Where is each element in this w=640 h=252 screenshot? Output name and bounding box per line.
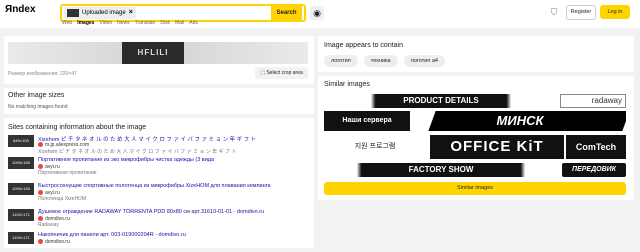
site-desc: Полотенца XizeHOM (38, 196, 87, 202)
site-thumb[interactable]: 1000×150 (8, 157, 34, 169)
yandex-logo[interactable]: Яndex (5, 4, 36, 15)
tab-web[interactable]: Web (62, 20, 72, 26)
favicon-icon (38, 190, 43, 196)
site-thumb[interactable]: 1100×171 (8, 232, 34, 244)
similar-image[interactable]: 지원 프로그램 (324, 135, 426, 159)
similar-image[interactable]: PRODUCT DETAILS (324, 94, 558, 108)
crop-label: Select crop area (266, 70, 303, 76)
header-bar: Яndex Uploaded image × Search ◉ Web Imag… (0, 0, 640, 28)
search-button[interactable]: Search (271, 4, 302, 22)
site-title[interactable]: Накопничик для панели арт. 003-019000204… (38, 232, 186, 238)
similar-title: Similar images (324, 81, 370, 88)
tag-pill[interactable]: логотип а4 (403, 55, 445, 67)
site-desc: Xizehom ピ チ タ ネ オ ル の た め 大 人 マ イ ク ロ フ … (38, 149, 237, 155)
similar-image[interactable]: Наши сервера (324, 111, 410, 131)
tab-translate[interactable]: Translate (135, 20, 156, 26)
query-image[interactable]: HFLILI (122, 42, 184, 64)
favicon-icon (38, 216, 43, 222)
site-title[interactable]: Быстросохнущие спортивные полотенца из м… (38, 183, 271, 189)
tag-pill[interactable]: техника (363, 55, 398, 67)
list-item[interactable]: 1100×171 Душевое ограждение RADAWAY TORR… (8, 209, 308, 229)
similar-image[interactable]: OFFICE KiT (430, 135, 564, 159)
site-desc: Radaway (38, 222, 59, 228)
similar-image[interactable]: ПЕРЕДОВИК (562, 163, 626, 177)
tab-video[interactable]: Video (99, 20, 112, 26)
tab-mail[interactable]: Mail (175, 20, 184, 26)
tag-pill[interactable]: логотип (324, 55, 358, 67)
tag-list: логотип техника логотип а4 (324, 55, 445, 67)
site-thumb[interactable]: 640×100 (8, 135, 34, 147)
site-thumb[interactable]: 1000×150 (8, 183, 34, 195)
nav-tabs: Web Images Video News Translate Disk Mai… (62, 20, 198, 26)
list-item[interactable]: 1000×150 Быстросохнущие спортивные полот… (8, 183, 308, 203)
site-title[interactable]: Душевое ограждение RADAWAY TORRENTA PDD … (38, 209, 264, 215)
image-size-label: Размер изображения: 220×47 (8, 71, 77, 77)
login-button[interactable]: Log in (600, 5, 630, 19)
similar-image[interactable]: МИНСК (414, 111, 626, 131)
camera-icon[interactable]: ◉ (310, 6, 324, 20)
similar-image[interactable]: radaway (560, 94, 626, 108)
favicon-icon (38, 164, 43, 170)
similar-image[interactable]: FACTORY SHOW (324, 163, 558, 177)
list-item[interactable]: 1000×150 Портативное пропитание из эко м… (8, 157, 308, 177)
crop-button[interactable]: ⬚ Select crop area (255, 67, 308, 79)
other-sizes-empty: No matching images found (8, 104, 68, 110)
close-icon[interactable]: × (129, 7, 133, 19)
appears-title: Image appears to contain (324, 42, 403, 49)
sites-title: Sites containing information about the i… (8, 124, 147, 131)
uploaded-image-chip[interactable]: Uploaded image × (64, 7, 136, 19)
list-item[interactable]: 1100×171 Накопничик для панели арт. 003-… (8, 232, 308, 252)
chip-label: Uploaded image (82, 10, 126, 16)
site-title[interactable]: Портативное пропитание из эко микрофибры… (38, 157, 214, 163)
tab-ads[interactable]: Ads (189, 20, 198, 26)
other-sizes-title: Other image sizes (8, 92, 65, 99)
uploaded-thumb (67, 9, 79, 17)
favicon-icon (38, 142, 43, 148)
site-thumb[interactable]: 1100×171 (8, 209, 34, 221)
register-button[interactable]: Register (566, 5, 596, 20)
site-desc: Портативное пропитание (38, 170, 97, 176)
site-domain[interactable]: domdivo.ru (38, 239, 70, 245)
tab-disk[interactable]: Disk (160, 20, 170, 26)
favicon-icon (38, 239, 43, 245)
tab-images[interactable]: Images (77, 20, 94, 26)
similar-image[interactable]: ComTech (566, 135, 626, 159)
tab-news[interactable]: News (117, 20, 130, 26)
shield-icon[interactable]: ⛉ (548, 6, 560, 18)
similar-images-button[interactable]: Similar images (324, 182, 626, 195)
list-item[interactable]: 640×100 Xizehom ピ チ タ ネ オ ル の た め 大 人 マ … (8, 135, 308, 155)
